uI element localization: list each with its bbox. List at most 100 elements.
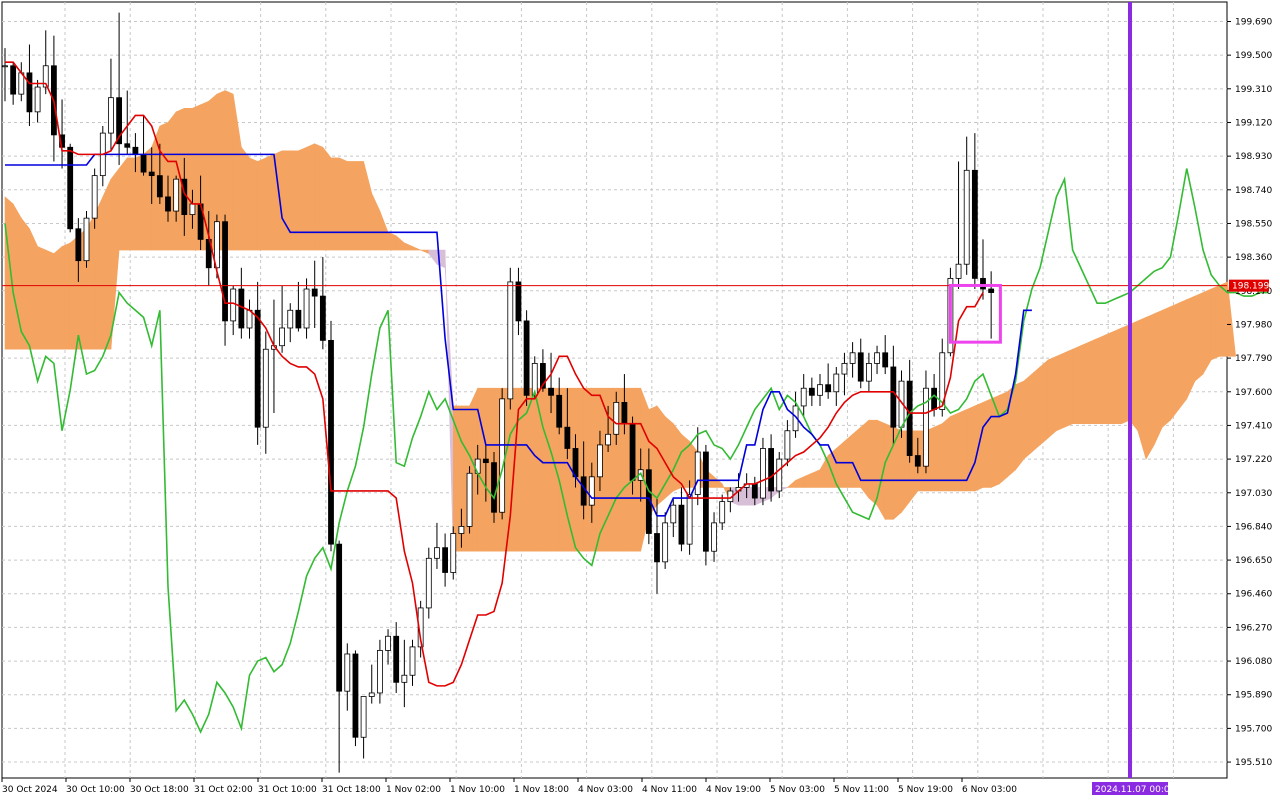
- candle-body-bull: [287, 309, 294, 329]
- candle: [466, 466, 473, 534]
- candle-body-bear: [890, 366, 897, 428]
- cloud-segment: [868, 419, 878, 506]
- cloud-segment: [257, 157, 267, 251]
- cloud-segment: [681, 433, 690, 488]
- candle-body-bear: [629, 423, 636, 481]
- y-tick-label: 199.120: [1235, 118, 1272, 128]
- cloud-segment: [1178, 299, 1188, 411]
- candle: [328, 320, 334, 552]
- cloud-segment: [281, 150, 291, 251]
- cloud-segment: [1039, 359, 1049, 446]
- cloud-segment: [94, 196, 104, 350]
- candle: [352, 650, 359, 747]
- candle: [83, 211, 90, 268]
- cloud-segment: [1096, 334, 1106, 424]
- candle-body-bull: [409, 646, 416, 676]
- cloud-segment: [884, 423, 894, 520]
- candle-body-bear: [148, 171, 155, 177]
- candle-body-bear: [295, 309, 302, 329]
- candle-body-bull: [955, 263, 962, 279]
- candle: [776, 452, 783, 499]
- x-tick-label: 1 Nov 02:00: [386, 785, 441, 795]
- candle-body-bull: [173, 178, 180, 212]
- cloud-segment: [346, 161, 356, 251]
- candle-body-bull: [800, 387, 807, 407]
- candle-body-bull: [670, 504, 677, 524]
- candle-body-bear: [621, 402, 628, 425]
- y-tick-label: 196.080: [1235, 657, 1272, 667]
- chart-canvas[interactable]: 199.690 199.500 199.310 199.120 198.930 198.7…: [0, 0, 1280, 800]
- candle-body-bear: [751, 483, 758, 499]
- candle-body-bear: [703, 451, 709, 552]
- candle: [450, 526, 457, 580]
- cloud-segment: [1210, 285, 1220, 361]
- cloud-segment: [835, 440, 845, 488]
- y-tick-label: 195.700: [1235, 724, 1272, 734]
- price-axis[interactable]: 199.690 199.500 199.310 199.120 198.930 198.7…: [1227, 17, 1272, 768]
- cloud-segment: [118, 157, 128, 251]
- cloud-segment: [126, 157, 136, 251]
- candle-body-bull: [376, 650, 383, 694]
- candle-body-bull: [662, 522, 669, 563]
- cloud-segment: [860, 419, 870, 499]
- candle-body-bull: [711, 522, 717, 552]
- cloud-segment: [1072, 345, 1082, 424]
- candle-body-bull: [344, 653, 351, 692]
- candle-body-bear: [10, 65, 17, 95]
- cloud-segment: [298, 146, 307, 251]
- cloud-segment: [45, 249, 55, 350]
- candle-body-bull: [108, 97, 114, 134]
- candle-body-bull: [189, 203, 196, 216]
- x-tick-label: 1 Nov 10:00: [450, 785, 505, 795]
- candle-body-bull: [719, 501, 726, 524]
- cloud-segment: [61, 242, 71, 350]
- y-tick-label: 197.600: [1235, 388, 1272, 398]
- candle: [499, 388, 506, 520]
- y-tick-label: 196.460: [1235, 590, 1272, 600]
- y-tick-label: 198.550: [1235, 219, 1272, 229]
- cloud-segment: [330, 157, 340, 251]
- candle-body-bull: [466, 472, 473, 527]
- y-tick-label: 197.790: [1235, 354, 1272, 364]
- cloud-segment: [518, 387, 527, 552]
- candle-body-bull: [83, 217, 90, 262]
- cloud-segment: [1064, 348, 1073, 428]
- y-tick-label: 199.690: [1235, 17, 1272, 27]
- candle-body-bull: [588, 476, 595, 506]
- candle-body-bear: [988, 288, 995, 293]
- candle-body-bull: [450, 533, 457, 573]
- candle-body-bear: [311, 288, 318, 297]
- candle-body-bull: [605, 433, 611, 446]
- cloud-segment: [314, 143, 324, 251]
- x-tick-label: 1 Nov 18:00: [514, 785, 569, 795]
- current-price-label: 198.199: [1232, 282, 1269, 292]
- candle-body-bear: [75, 228, 82, 262]
- cloud-segment: [37, 246, 47, 350]
- candle-body-bear: [971, 169, 978, 279]
- candle-body-bear: [482, 458, 489, 464]
- ichimoku-chart[interactable]: 199.690 199.500 199.310 199.120 198.930 198.7…: [0, 0, 1280, 800]
- candle-body-bear: [124, 143, 131, 148]
- candle-body-bear: [678, 504, 685, 545]
- time-axis[interactable]: 30 Oct 2024 30 Oct 10:00 30 Oct 18:00 31 Oc…: [1, 778, 1176, 795]
- cloud-segment: [322, 146, 332, 251]
- candle-body-bull: [368, 692, 375, 697]
- y-tick-label: 197.030: [1235, 489, 1272, 499]
- candle-body-bull: [425, 557, 432, 609]
- cloud-segment: [249, 157, 258, 251]
- candle-body-bull: [303, 288, 310, 329]
- candle-body-bear: [564, 426, 571, 449]
- candle-body-bull: [360, 696, 367, 738]
- cloud-segment: [1202, 288, 1212, 376]
- cloud-segment: [542, 387, 552, 552]
- x-tick-label: 4 Nov 11:00: [642, 785, 697, 795]
- cloud-segment: [990, 394, 1000, 488]
- candle-body-bear: [238, 288, 245, 329]
- cloud-segment: [1170, 302, 1179, 422]
- candle-body-bear: [515, 281, 522, 322]
- candle-body-bull: [817, 384, 823, 396]
- candle: [67, 143, 74, 233]
- cloud-segment: [982, 398, 992, 488]
- candle-body-bull: [2, 65, 8, 68]
- candle-body-bull: [963, 169, 970, 265]
